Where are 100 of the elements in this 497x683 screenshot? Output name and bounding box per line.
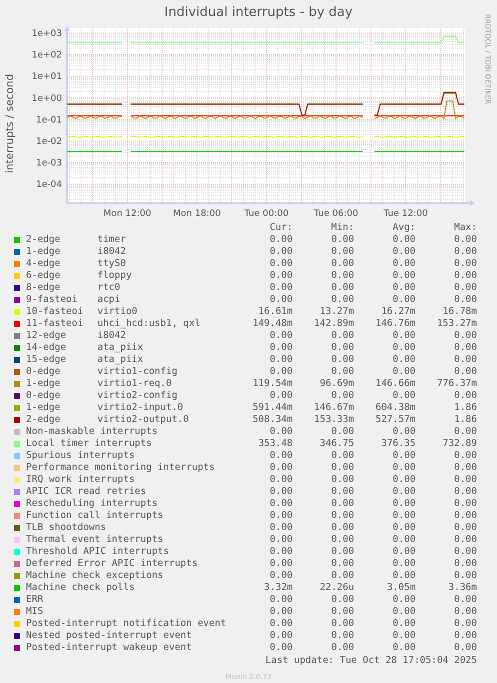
cur-value: 0.00 <box>268 234 293 246</box>
cur-value: 0.00 <box>268 642 293 654</box>
avg-value: 527.57m <box>374 414 416 426</box>
avg-value: 0.00 <box>392 246 416 258</box>
legend-name: 9-fasteoi <box>26 294 78 306</box>
cur-value: 3.32m <box>263 582 293 594</box>
legend-name: Rescheduling interrupts <box>26 498 159 510</box>
min-value: 0.00 <box>330 342 354 354</box>
legend-device: ata_piix <box>97 354 144 366</box>
max-value: 0.00 <box>453 246 477 258</box>
avg-value: 0.00 <box>392 534 416 546</box>
y-tick-label: 1e-04 <box>36 180 62 190</box>
legend-device: virtio0 <box>97 306 138 318</box>
legend-name: Local timer interrupts <box>26 438 153 450</box>
max-value: 0.00 <box>453 426 477 438</box>
legend-name: Machine check exceptions <box>26 570 164 582</box>
cur-value: 0.00 <box>268 294 293 306</box>
max-value: 1.86 <box>453 414 477 426</box>
max-value: 0.00 <box>453 618 477 630</box>
min-value: 346.75 <box>318 438 354 450</box>
avg-value: 0.00 <box>392 558 416 570</box>
max-value: 16.78m <box>442 306 477 318</box>
max-value: 0.00 <box>453 594 477 606</box>
legend-name: 11-fasteoi <box>26 318 84 330</box>
avg-value: 0.00 <box>392 366 416 378</box>
cur-value: 0.00 <box>268 486 293 498</box>
min-value: 0.00 <box>330 450 354 462</box>
min-value: 0.00 <box>330 354 354 366</box>
min-value: 96.69m <box>318 378 354 390</box>
legend-name: 12-edge <box>26 330 68 342</box>
avg-value: 0.00 <box>392 354 416 366</box>
min-value: 0.00 <box>330 426 354 438</box>
legend-name: MIS <box>26 606 44 618</box>
max-value: 0.00 <box>453 234 477 246</box>
min-value: 0.00 <box>330 270 354 282</box>
min-value: 0.00 <box>330 294 354 306</box>
column-header: Max: <box>453 222 477 234</box>
cur-value: 0.00 <box>268 390 293 402</box>
avg-value: 0.00 <box>392 594 416 606</box>
cur-value: 119.54m <box>252 378 293 390</box>
cur-value: 149.48m <box>252 318 293 330</box>
min-value: 13.27m <box>318 306 354 318</box>
min-value: 146.67m <box>313 402 354 414</box>
y-tick-label: 1e+00 <box>32 94 62 104</box>
column-header: Min: <box>330 222 354 234</box>
cur-value: 0.00 <box>268 558 293 570</box>
min-value: 0.00 <box>330 462 354 474</box>
x-tick-label: Tue 06:00 <box>314 209 358 219</box>
legend-name: 8-edge <box>26 282 62 294</box>
avg-value: 0.00 <box>392 522 416 534</box>
cur-value: 0.00 <box>268 282 293 294</box>
max-value: 0.00 <box>453 462 477 474</box>
avg-value: 146.76m <box>374 318 416 330</box>
legend-name: Threshold APIC interrupts <box>26 546 170 558</box>
max-value: 0.00 <box>453 270 477 282</box>
legend-device: i8042 <box>97 246 127 258</box>
legend-name: 6-edge <box>26 270 62 282</box>
x-tick-label: Tue 00:00 <box>244 209 289 219</box>
min-value: 0.00 <box>330 546 354 558</box>
min-value: 0.00 <box>330 618 354 630</box>
x-tick-label: Tue 12:00 <box>384 209 428 219</box>
min-value: 0.00 <box>330 486 354 498</box>
max-value: 0.00 <box>453 630 477 642</box>
min-value: 22.26u <box>318 582 354 594</box>
max-value: 0.00 <box>453 534 477 546</box>
avg-value: 0.00 <box>392 546 416 558</box>
min-value: 0.00 <box>330 558 354 570</box>
cur-value: 0.00 <box>268 354 293 366</box>
cur-value: 0.00 <box>268 546 293 558</box>
avg-value: 0.00 <box>392 486 416 498</box>
legend-name: Function call interrupts <box>26 510 164 522</box>
legend-name: Non-maskable interrupts <box>26 426 159 438</box>
legend-name: 10-fasteoi <box>26 306 84 318</box>
avg-value: 16.27m <box>380 306 416 318</box>
min-value: 0.00 <box>330 390 354 402</box>
avg-value: 604.38m <box>374 402 416 414</box>
cur-value: 0.00 <box>268 246 293 258</box>
max-value: 0.00 <box>453 330 477 342</box>
cur-value: 0.00 <box>268 522 293 534</box>
legend-name: TLB shootdowns <box>26 522 108 534</box>
min-value: 0.00 <box>330 474 354 486</box>
avg-value: 3.05m <box>386 582 416 594</box>
min-value: 142.89m <box>313 318 354 330</box>
avg-value: 0.00 <box>392 234 416 246</box>
cur-value: 0.00 <box>268 606 293 618</box>
cur-value: 0.00 <box>268 330 293 342</box>
min-value: 0.00 <box>330 234 354 246</box>
min-value: 0.00 <box>330 534 354 546</box>
cur-value: 0.00 <box>268 270 293 282</box>
cur-value: 0.00 <box>268 426 293 438</box>
avg-value: 0.00 <box>392 342 416 354</box>
legend-device: virtio1-req.0 <box>97 378 173 390</box>
max-value: 776.37m <box>436 378 477 390</box>
y-tick-label: 1e-03 <box>36 158 62 169</box>
legend-name: APIC ICR read retries <box>26 486 148 498</box>
legend-name: 14-edge <box>26 342 68 354</box>
legend-name: Machine check polls <box>26 582 136 594</box>
avg-value: 0.00 <box>392 498 416 510</box>
avg-value: 0.00 <box>392 630 416 642</box>
legend-device: virtio1-config <box>97 366 178 378</box>
